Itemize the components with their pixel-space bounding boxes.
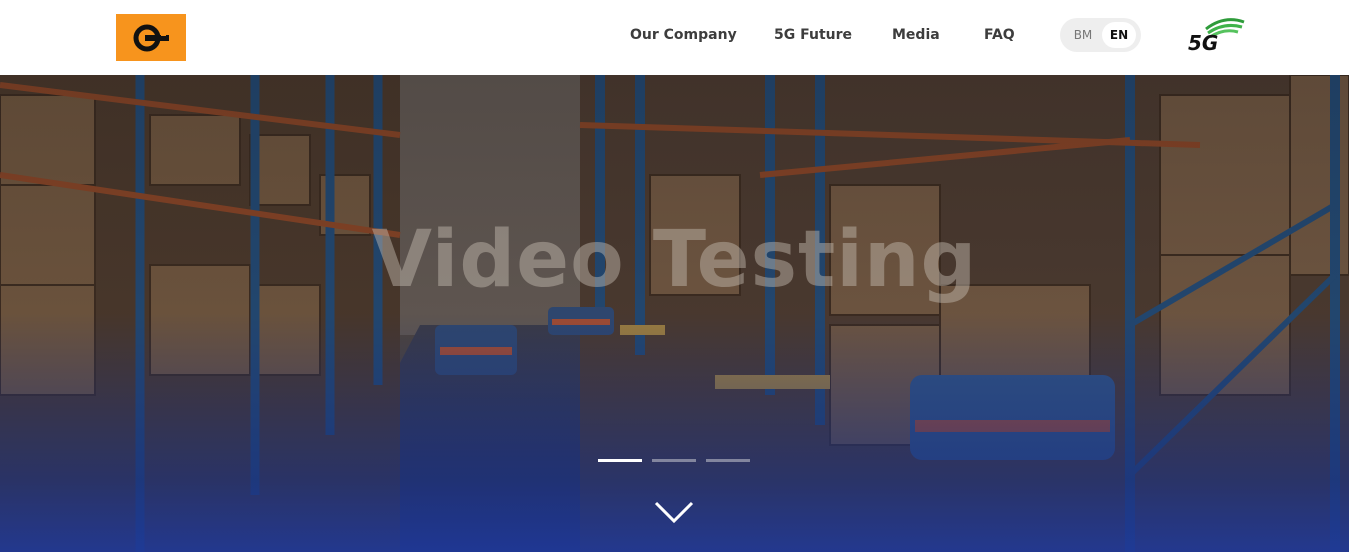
nav-media[interactable]: Media (892, 27, 940, 43)
lang-bm-option[interactable]: BM (1066, 22, 1100, 48)
slider-dot-1[interactable] (598, 459, 642, 462)
5g-logo-icon: 5G (1188, 18, 1245, 55)
slider-pagination (598, 459, 750, 462)
page: Our Company 5G Future Media FAQ BM EN 5G (0, 0, 1349, 552)
logo[interactable] (116, 14, 186, 61)
lang-en-option[interactable]: EN (1102, 22, 1136, 48)
language-switcher: BM EN (1060, 18, 1141, 52)
nav-our-company[interactable]: Our Company (630, 27, 737, 43)
nav-faq[interactable]: FAQ (984, 27, 1015, 43)
nav-5g-future[interactable]: 5G Future (774, 27, 852, 43)
hero-title: Video Testing (371, 215, 978, 305)
hero-slider: Video Testing (0, 75, 1349, 552)
site-header: Our Company 5G Future Media FAQ BM EN 5G (0, 0, 1349, 75)
5g-badge: 5G (1186, 17, 1248, 55)
5g-badge-label: 5G (1188, 31, 1218, 53)
company-logo-icon (133, 24, 169, 51)
scroll-down-button[interactable] (654, 499, 694, 525)
slider-dot-3[interactable] (706, 459, 750, 462)
slider-dot-2[interactable] (652, 459, 696, 462)
chevron-down-icon (654, 501, 694, 524)
hero-overlay (0, 75, 1349, 552)
